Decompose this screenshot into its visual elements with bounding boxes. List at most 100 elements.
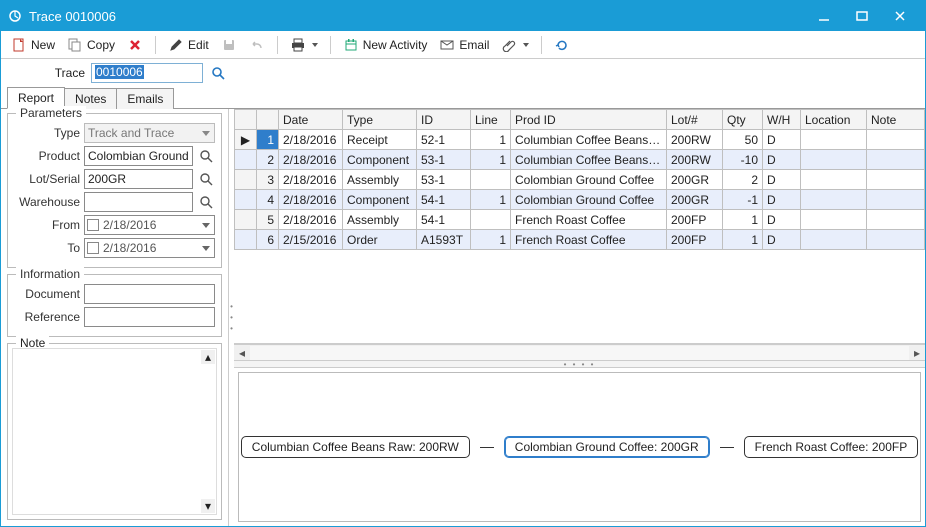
cell[interactable] [801,230,867,250]
email-button[interactable]: Email [435,35,493,55]
column-header[interactable]: W/H [763,110,801,130]
cell[interactable] [235,210,257,230]
from-date[interactable]: 2/18/2016 [84,215,215,235]
cell[interactable]: 200GR [667,190,723,210]
cell[interactable]: D [763,170,801,190]
cell[interactable] [235,190,257,210]
cell[interactable]: French Roast Coffee [511,210,667,230]
grid-hscrollbar[interactable]: ◂ ▸ [234,344,925,360]
column-header[interactable]: Note [867,110,925,130]
product-lookup-button[interactable] [197,147,215,165]
cell[interactable] [801,170,867,190]
scroll-right-button[interactable]: ▸ [909,345,925,361]
cell[interactable] [867,190,925,210]
diagram-node[interactable]: Colombian Ground Coffee: 200GR [504,436,710,458]
cell[interactable]: 4 [257,190,279,210]
table-row[interactable]: 62/15/2016OrderA1593T1French Roast Coffe… [235,230,925,250]
diagram-node[interactable]: Columbian Coffee Beans Raw: 200RW [241,436,470,458]
column-header[interactable]: Qty [723,110,763,130]
cell[interactable]: Assembly [343,210,417,230]
cell[interactable] [867,130,925,150]
cell[interactable]: 3 [257,170,279,190]
cell[interactable]: -1 [723,190,763,210]
table-row[interactable]: 22/18/2016Component53-11Columbian Coffee… [235,150,925,170]
cell[interactable]: Assembly [343,170,417,190]
minimize-button[interactable] [805,1,843,31]
cell[interactable]: Component [343,150,417,170]
cell[interactable] [471,210,511,230]
cell[interactable]: Colombian Ground Coffee [511,170,667,190]
cell[interactable] [801,130,867,150]
cell[interactable]: 2/18/2016 [279,210,343,230]
cell[interactable]: 200FP [667,210,723,230]
cell[interactable]: 1 [723,230,763,250]
type-select[interactable]: Track and Trace [84,123,215,143]
cell[interactable]: 1 [471,150,511,170]
cell[interactable]: 200RW [667,150,723,170]
cell[interactable] [235,150,257,170]
document-input[interactable] [84,284,215,304]
edit-button[interactable]: Edit [164,35,213,55]
cell[interactable]: D [763,230,801,250]
column-header[interactable]: Lot/# [667,110,723,130]
column-header[interactable]: Prod ID [511,110,667,130]
cell[interactable]: Component [343,190,417,210]
cell[interactable]: 50 [723,130,763,150]
cell[interactable]: 54-1 [417,190,471,210]
warehouse-lookup-button[interactable] [197,193,215,211]
cell[interactable]: Columbian Coffee Beans Raw [511,150,667,170]
cell[interactable]: ▶ [235,130,257,150]
cell[interactable]: D [763,150,801,170]
undo-button[interactable] [245,35,269,55]
trace-lookup-button[interactable] [209,64,227,82]
scroll-down-button[interactable]: ▾ [201,499,215,513]
cell[interactable]: 52-1 [417,130,471,150]
horizontal-splitter[interactable]: • • • • [234,360,925,368]
column-header[interactable]: Line [471,110,511,130]
save-button[interactable] [217,35,241,55]
cell[interactable]: 2 [723,170,763,190]
cell[interactable]: 2 [257,150,279,170]
product-input[interactable]: Colombian Ground Coff [84,146,193,166]
cell[interactable]: 2/18/2016 [279,130,343,150]
cell[interactable]: 1 [723,210,763,230]
cell[interactable] [867,150,925,170]
cell[interactable] [867,230,925,250]
table-row[interactable]: 42/18/2016Component54-11Colombian Ground… [235,190,925,210]
cell[interactable]: Columbian Coffee Beans Raw [511,130,667,150]
scroll-track[interactable] [250,346,909,360]
column-header[interactable]: Date [279,110,343,130]
cell[interactable]: 6 [257,230,279,250]
close-button[interactable] [881,1,919,31]
cell[interactable]: 1 [471,230,511,250]
cell[interactable]: D [763,190,801,210]
cell[interactable]: 1 [471,190,511,210]
checkbox-icon[interactable] [87,242,99,254]
cell[interactable]: D [763,210,801,230]
cell[interactable] [867,170,925,190]
cell[interactable]: 1 [471,130,511,150]
print-button[interactable] [286,35,322,55]
cell[interactable]: 53-1 [417,170,471,190]
trace-grid[interactable]: DateTypeIDLineProd IDLot/#QtyW/HLocation… [234,109,925,344]
cell[interactable]: 53-1 [417,150,471,170]
cell[interactable]: 1 [257,130,279,150]
cell[interactable] [235,170,257,190]
column-header[interactable]: Location [801,110,867,130]
cell[interactable]: 5 [257,210,279,230]
maximize-button[interactable] [843,1,881,31]
note-textarea[interactable]: ▴ ▾ [12,348,217,515]
cell[interactable]: 2/18/2016 [279,150,343,170]
copy-button[interactable]: Copy [63,35,119,55]
new-button[interactable]: New [7,35,59,55]
column-header[interactable] [257,110,279,130]
column-header[interactable]: Type [343,110,417,130]
cell[interactable]: 2/18/2016 [279,170,343,190]
cell[interactable]: French Roast Coffee [511,230,667,250]
cell[interactable] [801,150,867,170]
to-date[interactable]: 2/18/2016 [84,238,215,258]
cell[interactable]: 200GR [667,170,723,190]
diagram-node[interactable]: French Roast Coffee: 200FP [744,436,919,458]
tab-emails[interactable]: Emails [116,88,174,109]
table-row[interactable]: 52/18/2016Assembly54-1French Roast Coffe… [235,210,925,230]
